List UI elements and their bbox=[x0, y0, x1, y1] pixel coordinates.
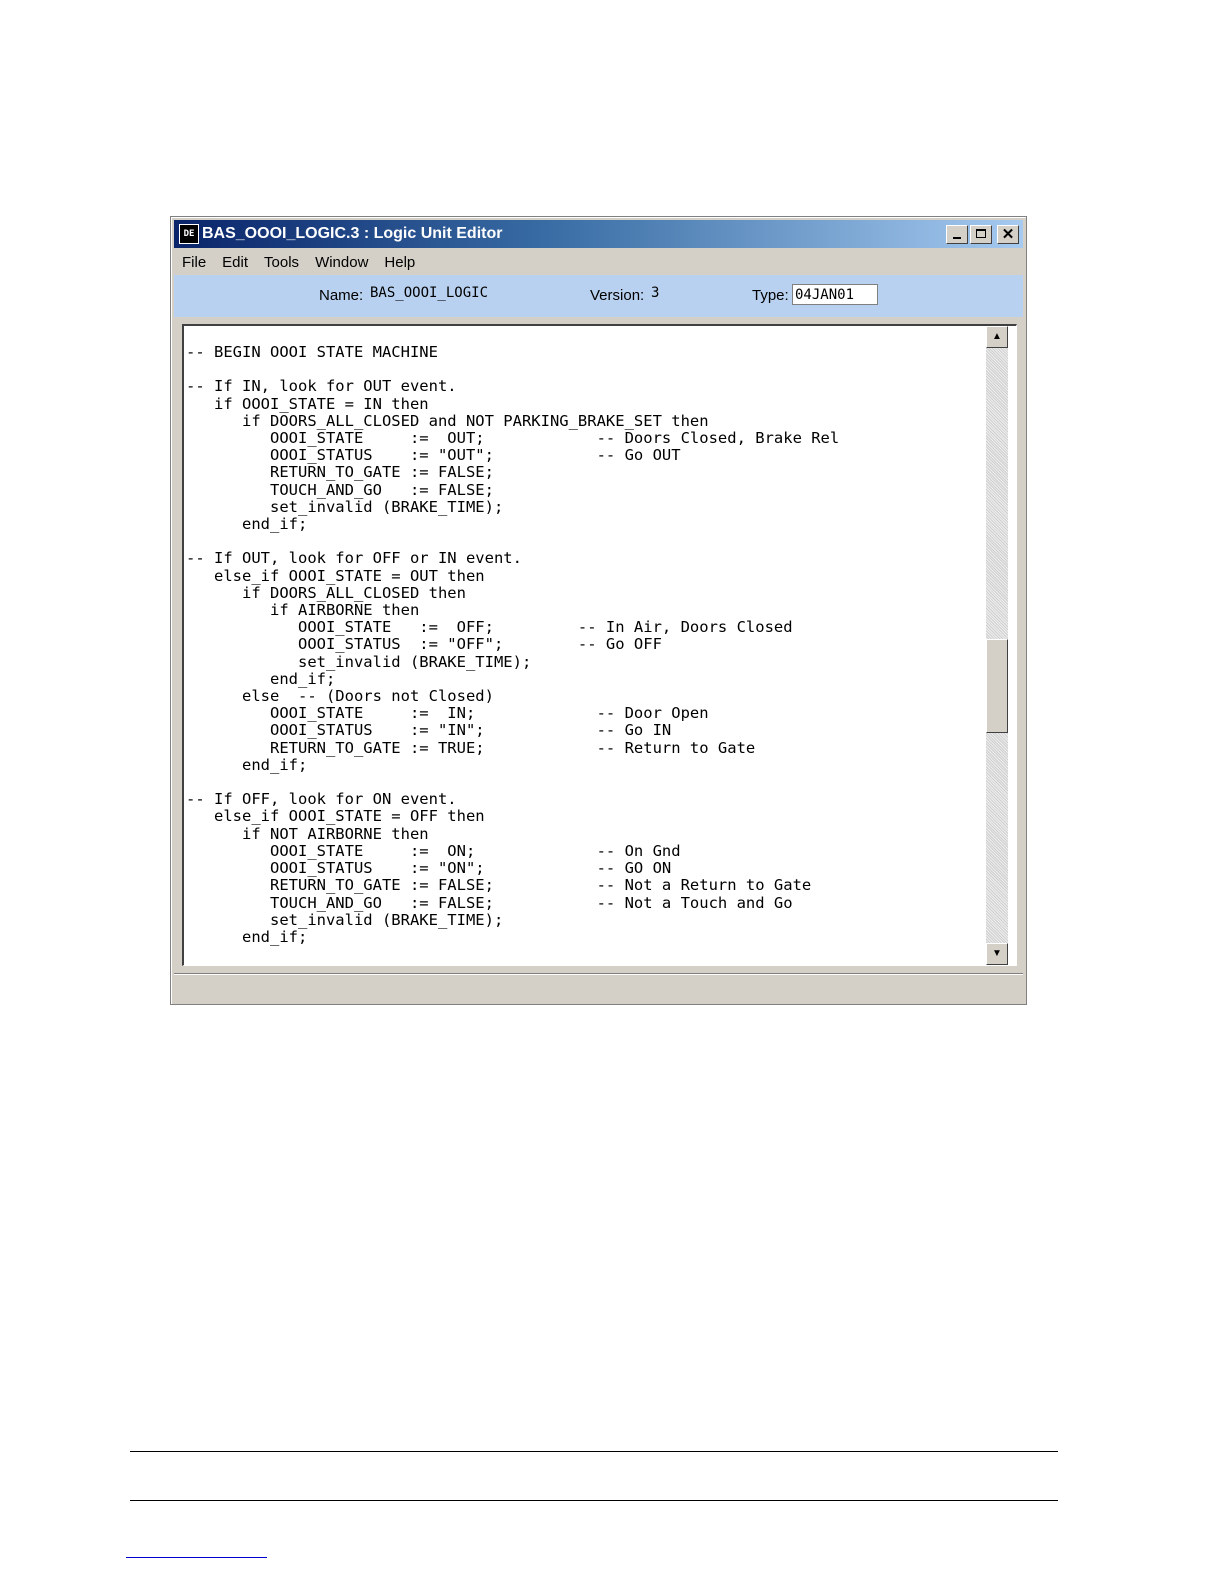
footnote-rule bbox=[126, 1557, 267, 1558]
maximize-button[interactable] bbox=[970, 225, 992, 244]
scroll-thumb[interactable] bbox=[986, 638, 1008, 733]
scroll-up-button[interactable]: ▲ bbox=[986, 326, 1008, 348]
type-label: Type: bbox=[752, 287, 789, 304]
type-field[interactable]: 04JAN01 bbox=[792, 284, 878, 305]
window-controls: ✕ bbox=[946, 225, 1019, 244]
logic-unit-editor-window: DE BAS_OOOI_LOGIC.3 : Logic Unit Editor … bbox=[170, 216, 1027, 1005]
menu-tools[interactable]: Tools bbox=[256, 254, 307, 271]
minimize-icon bbox=[953, 237, 961, 239]
vertical-scrollbar[interactable]: ▲ ▼ bbox=[986, 326, 1008, 965]
maximize-icon bbox=[976, 229, 986, 238]
arrow-down-icon: ▼ bbox=[992, 948, 1002, 959]
scroll-down-button[interactable]: ▼ bbox=[986, 943, 1008, 965]
code-editor[interactable]: -- BEGIN OOOI STATE MACHINE -- If IN, lo… bbox=[182, 324, 1017, 966]
arrow-up-icon: ▲ bbox=[992, 331, 1002, 342]
close-button[interactable]: ✕ bbox=[997, 225, 1019, 244]
version-label: Version: bbox=[590, 287, 645, 304]
menu-window[interactable]: Window bbox=[307, 254, 376, 271]
title-bar[interactable]: DE BAS_OOOI_LOGIC.3 : Logic Unit Editor … bbox=[174, 220, 1023, 248]
unit-info-bar: Name: BAS_OOOI_LOGIC Version: 3 Type: 04… bbox=[174, 275, 1023, 317]
app-icon[interactable]: DE bbox=[179, 224, 199, 244]
version-value: 3 bbox=[651, 285, 660, 301]
status-bar bbox=[174, 973, 1023, 1002]
menu-bar: File Edit Tools Window Help bbox=[174, 250, 1023, 274]
name-label: Name: bbox=[319, 287, 364, 304]
page-rule-top bbox=[130, 1451, 1058, 1452]
code-text[interactable]: -- BEGIN OOOI STATE MACHINE -- If IN, lo… bbox=[186, 343, 839, 946]
close-icon: ✕ bbox=[1001, 226, 1015, 243]
page-rule-bottom bbox=[130, 1500, 1058, 1501]
window-title: BAS_OOOI_LOGIC.3 : Logic Unit Editor bbox=[202, 225, 503, 242]
menu-edit[interactable]: Edit bbox=[214, 254, 256, 271]
menu-help[interactable]: Help bbox=[376, 254, 423, 271]
minimize-button[interactable] bbox=[946, 225, 968, 244]
name-value: BAS_OOOI_LOGIC bbox=[370, 285, 489, 301]
menu-file[interactable]: File bbox=[174, 254, 214, 271]
